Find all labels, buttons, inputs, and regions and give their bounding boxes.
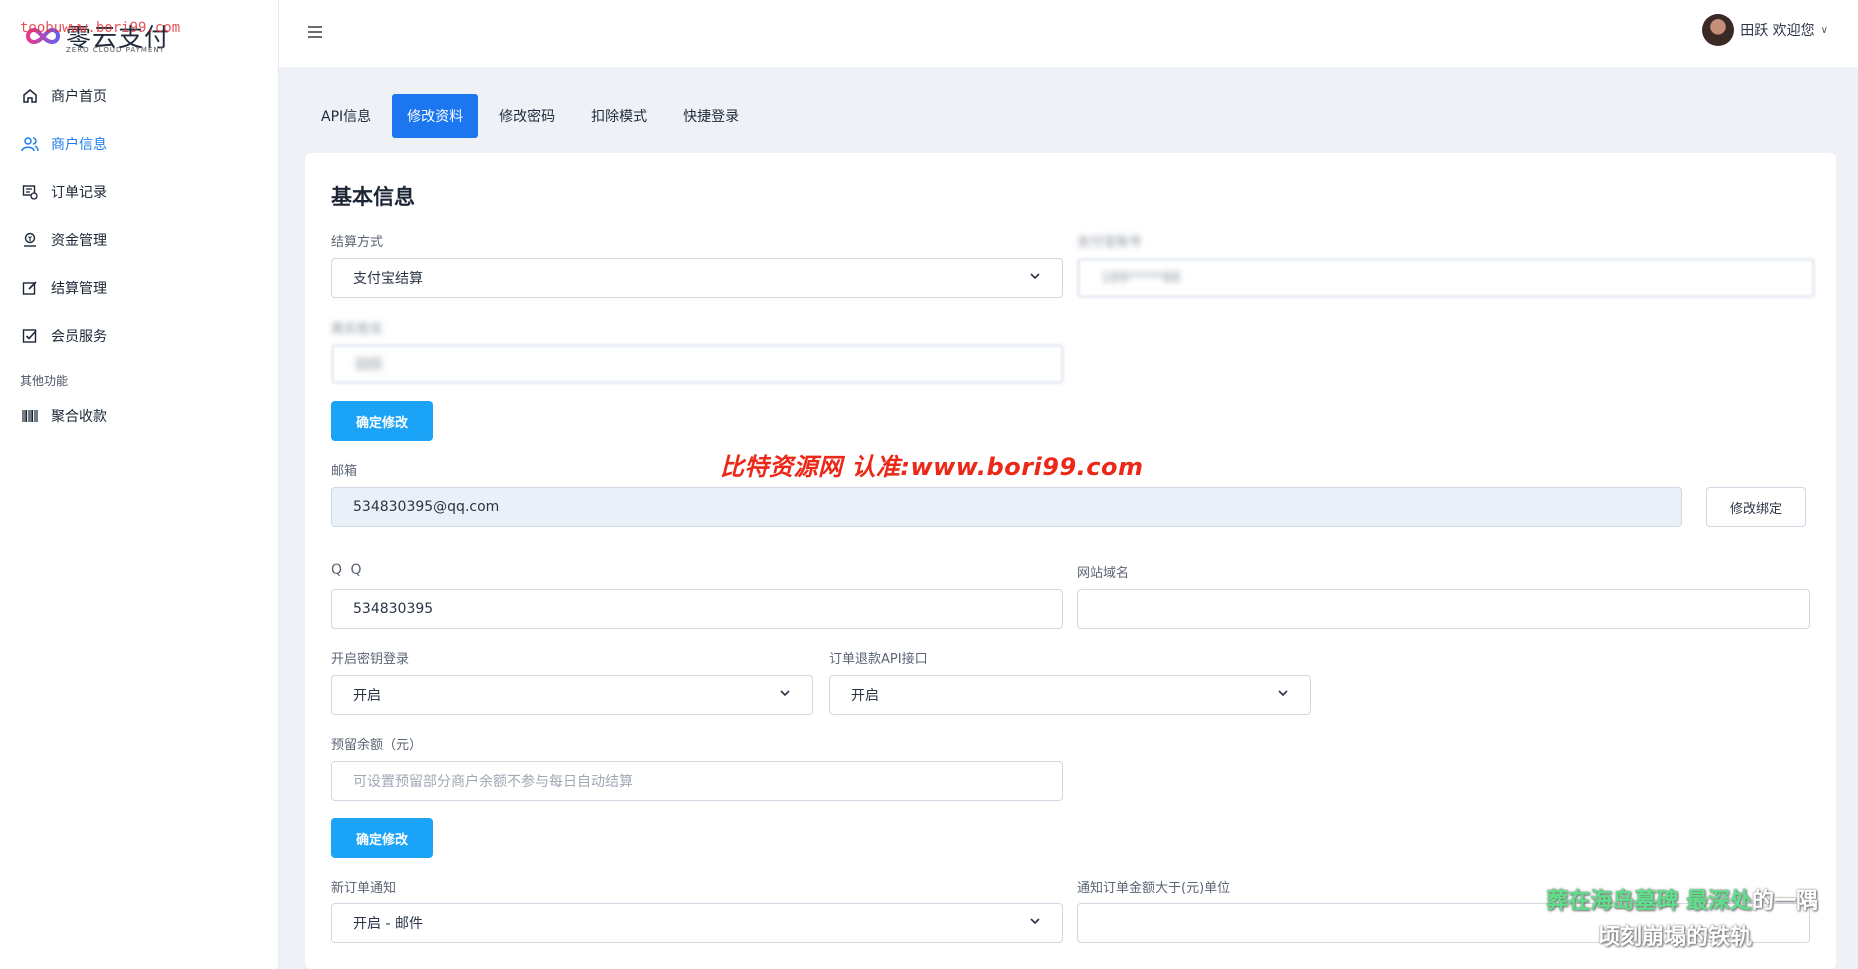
user-menu[interactable]: 田跃 欢迎您 ∨: [1702, 14, 1828, 46]
check-icon: [21, 327, 39, 345]
subtitle-line-1: 葬在海岛墓碑 最深处的一隅: [1546, 883, 1818, 915]
sidebar-item-label: 会员服务: [51, 329, 107, 345]
tab-edit-profile[interactable]: 修改资料: [392, 94, 479, 138]
sidebar-item-orders[interactable]: 订单记录: [0, 168, 279, 216]
sidebar-nav: 商户首页 商户信息 订单记录 资金管理 结算管理 会员服务 其他功能 聚合收款: [0, 72, 279, 440]
chevron-down-icon: [1030, 918, 1040, 925]
tab-quick-login[interactable]: 快捷登录: [668, 94, 754, 138]
confirm-button-2[interactable]: 确定修改: [331, 818, 433, 858]
sidebar-item-merchant-info[interactable]: 商户信息: [0, 120, 279, 168]
user-greeting: 田跃 欢迎您: [1740, 23, 1815, 39]
reserve-input[interactable]: 可设置预留部分商户余额不参与每日自动结算: [331, 761, 1063, 801]
email-value: 534830395@qq.com: [353, 499, 500, 515]
menu-toggle-icon[interactable]: [305, 22, 325, 42]
sidebar-item-label: 商户信息: [51, 137, 107, 153]
notify-label: 新订单通知: [331, 881, 397, 896]
qq-value: 534830395: [353, 601, 434, 617]
users-icon: [21, 135, 39, 153]
chevron-down-icon: [780, 690, 790, 697]
email-label: 邮箱: [331, 464, 358, 479]
name-label: 真实姓名: [331, 322, 384, 337]
brand-subtitle: ZERO CLOUD PAYMENT: [66, 46, 165, 54]
order-icon: [21, 183, 39, 201]
page-title: 基本信息: [331, 185, 415, 209]
qq-label: Q Q: [331, 562, 364, 578]
sidebar-item-label: 订单记录: [51, 185, 107, 201]
name-field[interactable]: 田跃: [331, 344, 1064, 384]
account-field[interactable]: 189*****88: [1077, 258, 1815, 298]
account-value: 189*****88: [1101, 270, 1181, 286]
account-label: 支付宝账号: [1077, 235, 1143, 250]
reserve-label: 预留余额（元）: [331, 738, 423, 753]
reserve-placeholder: 可设置预留部分商户余额不参与每日自动结算: [353, 774, 633, 790]
logo[interactable]: 零云支付 ZERO CLOUD PAYMENT toobuwww.bori99.…: [20, 14, 270, 58]
top-bar: 田跃 欢迎您 ∨: [279, 0, 1858, 67]
key-login-label: 开启密钥登录: [331, 652, 410, 667]
key-login-select[interactable]: 开启: [331, 675, 813, 715]
chevron-down-icon: ∨: [1820, 24, 1828, 36]
chevron-down-icon: [1278, 690, 1288, 697]
subtitle-line-2: 顷刻崩塌的铁轨: [1597, 925, 1752, 950]
sidebar-item-membership[interactable]: 会员服务: [0, 312, 279, 360]
tab-deduction-mode[interactable]: 扣除模式: [576, 94, 662, 138]
refund-api-select[interactable]: 开启: [829, 675, 1311, 715]
notify-value: 开启 - 邮件: [353, 916, 423, 932]
rebind-email-button[interactable]: 修改绑定: [1706, 487, 1806, 527]
settle-method-value: 支付宝结算: [353, 271, 423, 287]
domain-label: 网站域名: [1077, 566, 1130, 581]
qq-input[interactable]: 534830395: [331, 589, 1063, 629]
tab-bar: API信息 修改资料 修改密码 扣除模式 快捷登录: [306, 94, 760, 138]
money-icon: [21, 231, 39, 249]
sidebar-item-funds[interactable]: 资金管理: [0, 216, 279, 264]
edit-icon: [21, 279, 39, 297]
sidebar-section-label: 其他功能: [20, 374, 69, 388]
notify-select[interactable]: 开启 - 邮件: [331, 903, 1063, 943]
domain-input[interactable]: [1077, 589, 1810, 629]
sidebar-item-label: 结算管理: [51, 281, 107, 297]
sidebar-item-label: 聚合收款: [51, 409, 107, 425]
settle-method-select[interactable]: 支付宝结算: [331, 258, 1063, 298]
sidebar-item-aggregate-pay[interactable]: 聚合收款: [0, 392, 279, 440]
subtitle-highlight: 葬在海岛墓碑 最深处: [1546, 889, 1752, 914]
profile-card: 基本信息 结算方式 支付宝结算 支付宝账号 189*****88 真实姓名 田跃…: [305, 153, 1836, 969]
notify-amount-label: 通知订单金额大于(元)单位: [1077, 881, 1231, 896]
home-icon: [21, 87, 39, 105]
sidebar: 零云支付 ZERO CLOUD PAYMENT toobuwww.bori99.…: [0, 0, 279, 969]
subtitle-rest: 的一隅: [1751, 889, 1818, 914]
confirm-button-1[interactable]: 确定修改: [331, 401, 433, 441]
watermark-banner: 比特资源网 认准:www.bori99.com: [720, 453, 1144, 481]
refund-api-label: 订单退款API接口: [829, 652, 928, 667]
sidebar-item-settlement[interactable]: 结算管理: [0, 264, 279, 312]
sidebar-item-home[interactable]: 商户首页: [0, 72, 279, 120]
barcode-icon: [21, 407, 39, 425]
sidebar-item-label: 资金管理: [51, 233, 107, 249]
settle-method-label: 结算方式: [331, 235, 384, 250]
tab-api-info[interactable]: API信息: [306, 94, 386, 138]
chevron-down-icon: [1030, 273, 1040, 280]
tab-change-password[interactable]: 修改密码: [484, 94, 570, 138]
refund-api-value: 开启: [851, 688, 879, 704]
key-login-value: 开启: [353, 688, 381, 704]
sidebar-item-label: 商户首页: [51, 89, 107, 105]
email-field: 534830395@qq.com: [331, 487, 1682, 527]
logo-watermark: toobuwww.bori99.com: [20, 20, 181, 36]
name-value: 田跃: [355, 357, 383, 373]
avatar: [1702, 14, 1735, 46]
